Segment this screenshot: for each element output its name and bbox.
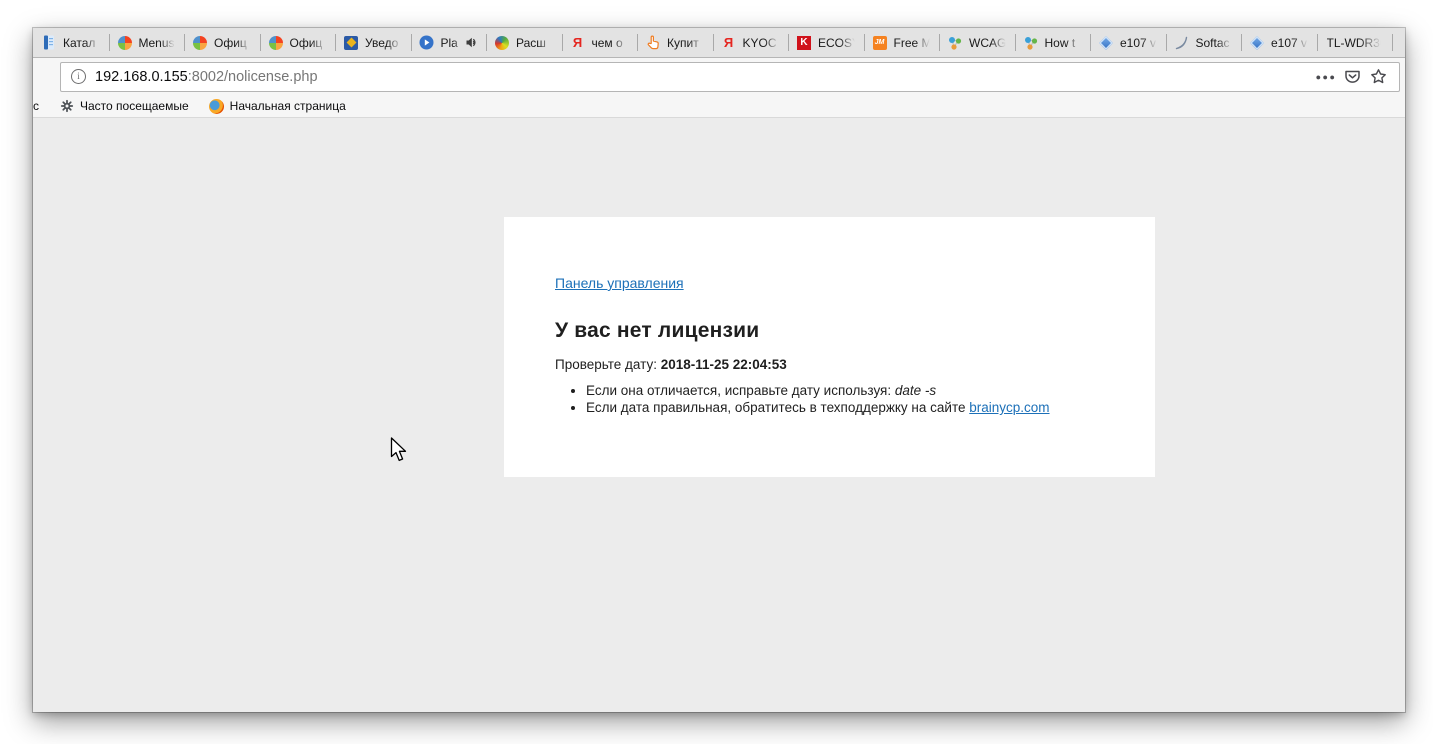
mouse-cursor [390,437,410,464]
softaculous-icon [1174,35,1190,51]
tab-player[interactable]: Pla [411,28,487,57]
tab-label: WCAG [969,36,1009,50]
check-date-line: Проверьте дату: 2018-11-25 22:04:53 [555,357,1104,372]
page-actions-dots-icon[interactable]: ●●● [1313,64,1339,90]
extensions-icon [494,35,510,51]
yandex-icon: Я [721,35,737,51]
browser-window: Катал Menus Офиц Офиц Уведо Pla [33,28,1405,712]
url-bar[interactable]: i 192.168.0.155:8002/nolicense.php ●●● [60,62,1400,92]
bookmark-frequently-visited[interactable]: Часто посещаемые [59,98,189,114]
tab-label: чем о [592,36,632,50]
bookmark-home-page[interactable]: Начальная страница [209,98,346,114]
yandex-icon: Я [570,35,586,51]
jm-icon: JM [872,35,888,51]
firefox-icon [209,98,225,114]
bookmarks-toolbar: сс Часто посещаемые Начальная страница [33,95,1405,118]
wcag-icon [1023,35,1039,51]
url-text: 192.168.0.155:8002/nolicense.php [95,69,318,85]
tab-router[interactable]: TL-WDR36 [1317,28,1393,57]
play-icon [419,35,435,51]
tab-free-template[interactable]: JM Free M [864,28,940,57]
e107-icon [1098,35,1114,51]
info-icon[interactable]: i [71,69,86,84]
tab-ecosys[interactable]: K ECOSY [788,28,864,57]
tab-wcag[interactable]: WCAG [939,28,1015,57]
tab-label: How t [1045,36,1085,50]
tab-label: TL-WDR36 [1327,36,1387,50]
tab-notifications[interactable]: Уведо [335,28,411,57]
instruction-text: Если она отличается, исправьте дату испо… [586,383,891,398]
tab-catalog[interactable]: Катал [33,28,109,57]
speaker-icon[interactable] [464,35,480,51]
tab-how-to[interactable]: How t [1015,28,1091,57]
joomla-icon [192,35,208,51]
tab-official-2[interactable]: Офиц [260,28,336,57]
tab-label: Офиц [290,36,330,50]
url-domain: 192.168.0.155 [95,69,188,85]
control-panel-link[interactable]: Панель управления [555,275,684,291]
tab-e107-2[interactable]: e107 v [1241,28,1317,57]
navigation-toolbar: i 192.168.0.155:8002/nolicense.php ●●● [33,58,1405,95]
tab-label: ECOSY [818,36,858,50]
date-command: date -s [895,383,936,398]
pocket-icon[interactable] [1339,64,1365,90]
page-content: Панель управления У вас нет лицензии Про… [33,118,1405,712]
tab-buy[interactable]: Купит [637,28,713,57]
bookmark-label: Часто посещаемые [80,99,189,113]
date-value: 2018-11-25 22:04:53 [661,357,787,372]
tab-menus[interactable]: Menus [109,28,185,57]
emblem-icon [343,35,359,51]
brainycp-link[interactable]: brainycp.com [969,400,1049,415]
tab-label: e107 v [1120,36,1160,50]
check-date-label: Проверьте дату: [555,357,657,372]
bookmark-label: Начальная страница [230,99,346,113]
list-item: Если она отличается, исправьте дату испо… [586,382,1104,399]
tab-yandex-search-2[interactable]: Я KYOC [713,28,789,57]
joomla-icon [268,35,284,51]
wcag-icon [947,35,963,51]
tab-label: Катал [63,36,103,50]
tab-label: Уведо [365,36,405,50]
bookmark-star-icon[interactable] [1365,64,1391,90]
page-title: У вас нет лицензии [555,319,1104,343]
instruction-text: Если дата правильная, обратитесь в техпо… [586,400,965,415]
tab-label: Pla [441,36,465,50]
tab-yandex-search-1[interactable]: Я чем о [562,28,638,57]
catalog-icon [41,35,57,51]
hand-click-icon [645,35,661,51]
tab-label: Free M [894,36,934,50]
no-license-card: Панель управления У вас нет лицензии Про… [504,217,1155,477]
gear-icon [59,98,75,114]
tab-label: Купит [667,36,707,50]
tab-label: e107 v [1271,36,1311,50]
tab-official-1[interactable]: Офиц [184,28,260,57]
tab-label: Softac [1196,36,1236,50]
tab-label: Menus [139,36,179,50]
tab-e107-1[interactable]: e107 v [1090,28,1166,57]
list-item: Если дата правильная, обратитесь в техпо… [586,399,1104,416]
bookmark-item-partial[interactable]: сс [33,99,39,113]
tab-label: Офиц [214,36,254,50]
tab-label: KYOC [743,36,783,50]
instructions-list: Если она отличается, исправьте дату испо… [555,382,1104,416]
e107-icon [1249,35,1265,51]
joomla-icon [117,35,133,51]
tab-softaculous[interactable]: Softac [1166,28,1242,57]
tab-extensions[interactable]: Расш [486,28,562,57]
kyocera-icon: K [796,35,812,51]
url-path: :8002/nolicense.php [188,69,318,85]
tab-bar: Катал Menus Офиц Офиц Уведо Pla [33,28,1405,58]
tab-label: Расш [516,36,556,50]
